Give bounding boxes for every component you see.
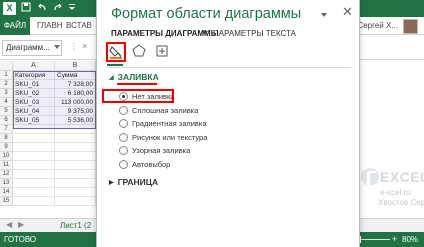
pane-options-chevron-icon[interactable] bbox=[321, 13, 327, 17]
fill-option-label: Сплошная заливка bbox=[132, 105, 199, 115]
row-header[interactable]: 12 bbox=[0, 170, 13, 179]
more-icon: ⋮ bbox=[70, 42, 78, 51]
cell-category[interactable] bbox=[13, 152, 55, 161]
watermark-author: Хвостов Сергей bbox=[378, 198, 424, 207]
row-header[interactable]: 9 bbox=[0, 143, 13, 152]
effects-pentagon-icon[interactable] bbox=[130, 42, 150, 62]
chart-options-chevron-icon[interactable] bbox=[202, 31, 208, 35]
select-all-corner[interactable] bbox=[0, 61, 13, 71]
cell-category[interactable] bbox=[13, 188, 55, 197]
radio-button[interactable] bbox=[119, 119, 128, 128]
sheet-tab[interactable]: Лист1 (2 bbox=[60, 219, 91, 233]
section-border-label: ГРАНИЦА bbox=[117, 177, 159, 187]
next-sheet-icon[interactable]: ▶ bbox=[18, 220, 24, 229]
no-fill-highlight-box bbox=[102, 89, 174, 103]
fill-line-icon[interactable] bbox=[106, 42, 126, 62]
watermark: EXCEL.RU e-xcel.ru Хвостов Сергей bbox=[358, 164, 424, 216]
row-header[interactable]: 11 bbox=[0, 161, 13, 170]
expand-right-icon: ▶ bbox=[109, 180, 114, 186]
watermark-logo bbox=[361, 168, 379, 187]
cell-amount[interactable] bbox=[55, 161, 96, 170]
cell-amount[interactable] bbox=[55, 152, 96, 161]
tab-text-options[interactable]: ПАРАМЕТРЫ ТЕКСТА bbox=[213, 29, 296, 38]
status-text: ГОТОВО bbox=[4, 235, 37, 244]
fill-option-label: Узорная заливка bbox=[132, 146, 191, 155]
fill-option-label: Автовыбор bbox=[132, 159, 171, 169]
expand-down-icon: ◢ bbox=[109, 75, 114, 81]
zoom-in-icon[interactable]: + bbox=[392, 233, 397, 246]
cell-category[interactable] bbox=[13, 143, 55, 152]
row-header[interactable]: 1 bbox=[0, 71, 13, 80]
watermark-site: e-xcel.ru bbox=[380, 188, 411, 197]
avatar[interactable] bbox=[403, 19, 418, 34]
row-header[interactable]: 6 bbox=[0, 116, 13, 125]
row-header[interactable]: 10 bbox=[0, 152, 13, 161]
row-header[interactable]: 5 bbox=[0, 107, 13, 116]
row-header[interactable]: 13 bbox=[0, 179, 13, 188]
column-header-b[interactable]: B bbox=[55, 61, 96, 71]
selected-data-range bbox=[13, 71, 96, 129]
user-name[interactable]: Сергей Х... bbox=[357, 17, 398, 35]
divider bbox=[107, 67, 351, 68]
cell-amount[interactable] bbox=[55, 170, 96, 179]
cancel-icon[interactable]: × bbox=[82, 41, 87, 51]
row-header[interactable]: 7 bbox=[0, 125, 13, 134]
section-fill[interactable]: ◢ ЗАЛИВКА bbox=[109, 72, 159, 82]
cell-amount[interactable] bbox=[55, 197, 96, 206]
size-properties-icon[interactable] bbox=[153, 42, 173, 62]
undo-icon[interactable] bbox=[36, 2, 48, 14]
customize-icon[interactable] bbox=[66, 2, 78, 14]
excel-window: X ФАЙЛ ГЛАВН ВСТАВ Сергей Х... Диаграмм.… bbox=[0, 0, 424, 247]
row-header[interactable]: 4 bbox=[0, 98, 13, 107]
tab-file[interactable]: ФАЙЛ bbox=[0, 17, 30, 35]
redo-icon[interactable] bbox=[52, 2, 64, 14]
zoom-level[interactable]: 80% bbox=[402, 232, 418, 247]
fill-option-label: Градиентная заливка bbox=[132, 119, 207, 128]
cell-amount[interactable] bbox=[55, 179, 96, 188]
prev-sheet-icon[interactable]: ◀ bbox=[6, 220, 12, 229]
cell-category[interactable] bbox=[13, 179, 55, 188]
cell-amount[interactable] bbox=[55, 143, 96, 152]
cell-amount[interactable] bbox=[55, 134, 96, 143]
radio-button[interactable] bbox=[119, 146, 128, 155]
row-header[interactable]: 3 bbox=[0, 89, 13, 98]
row-header[interactable]: 15 bbox=[0, 197, 13, 206]
save-icon[interactable] bbox=[20, 2, 32, 14]
active-category-indicator bbox=[107, 64, 123, 66]
tab-insert[interactable]: ВСТАВ bbox=[66, 17, 92, 35]
row-header[interactable]: 2 bbox=[0, 80, 13, 89]
watermark-brand: EXCEL.RU bbox=[380, 169, 424, 185]
radio-button[interactable] bbox=[119, 159, 128, 169]
pane-title: Формат области диаграммы bbox=[111, 6, 302, 22]
section-fill-label: ЗАЛИВКА bbox=[117, 72, 159, 82]
radio-button[interactable] bbox=[119, 132, 128, 142]
excel-logo: X bbox=[3, 2, 16, 15]
section-border[interactable]: ▶ ГРАНИЦА bbox=[109, 177, 158, 187]
format-chart-area-pane: Формат области диаграммы ✕ ПАРАМЕТРЫ ДИА… bbox=[96, 0, 360, 247]
tab-home[interactable]: ГЛАВН bbox=[37, 17, 63, 35]
cell-category[interactable] bbox=[13, 161, 55, 170]
fill-option-label: Рисунок или текстура bbox=[132, 132, 208, 142]
fill-highlight-underline bbox=[117, 83, 157, 85]
chevron-down-icon[interactable] bbox=[54, 45, 60, 49]
cell-category[interactable] bbox=[13, 170, 55, 179]
row-header[interactable]: 14 bbox=[0, 188, 13, 197]
close-icon[interactable]: ✕ bbox=[342, 5, 353, 19]
radio-button[interactable] bbox=[119, 105, 128, 115]
name-box[interactable]: Диаграмм... bbox=[2, 40, 62, 56]
cell-amount[interactable] bbox=[55, 188, 96, 197]
column-header-a[interactable]: A bbox=[13, 61, 55, 71]
cell-category[interactable] bbox=[13, 134, 55, 143]
row-header[interactable]: 8 bbox=[0, 134, 13, 143]
cell-category[interactable] bbox=[13, 197, 55, 206]
